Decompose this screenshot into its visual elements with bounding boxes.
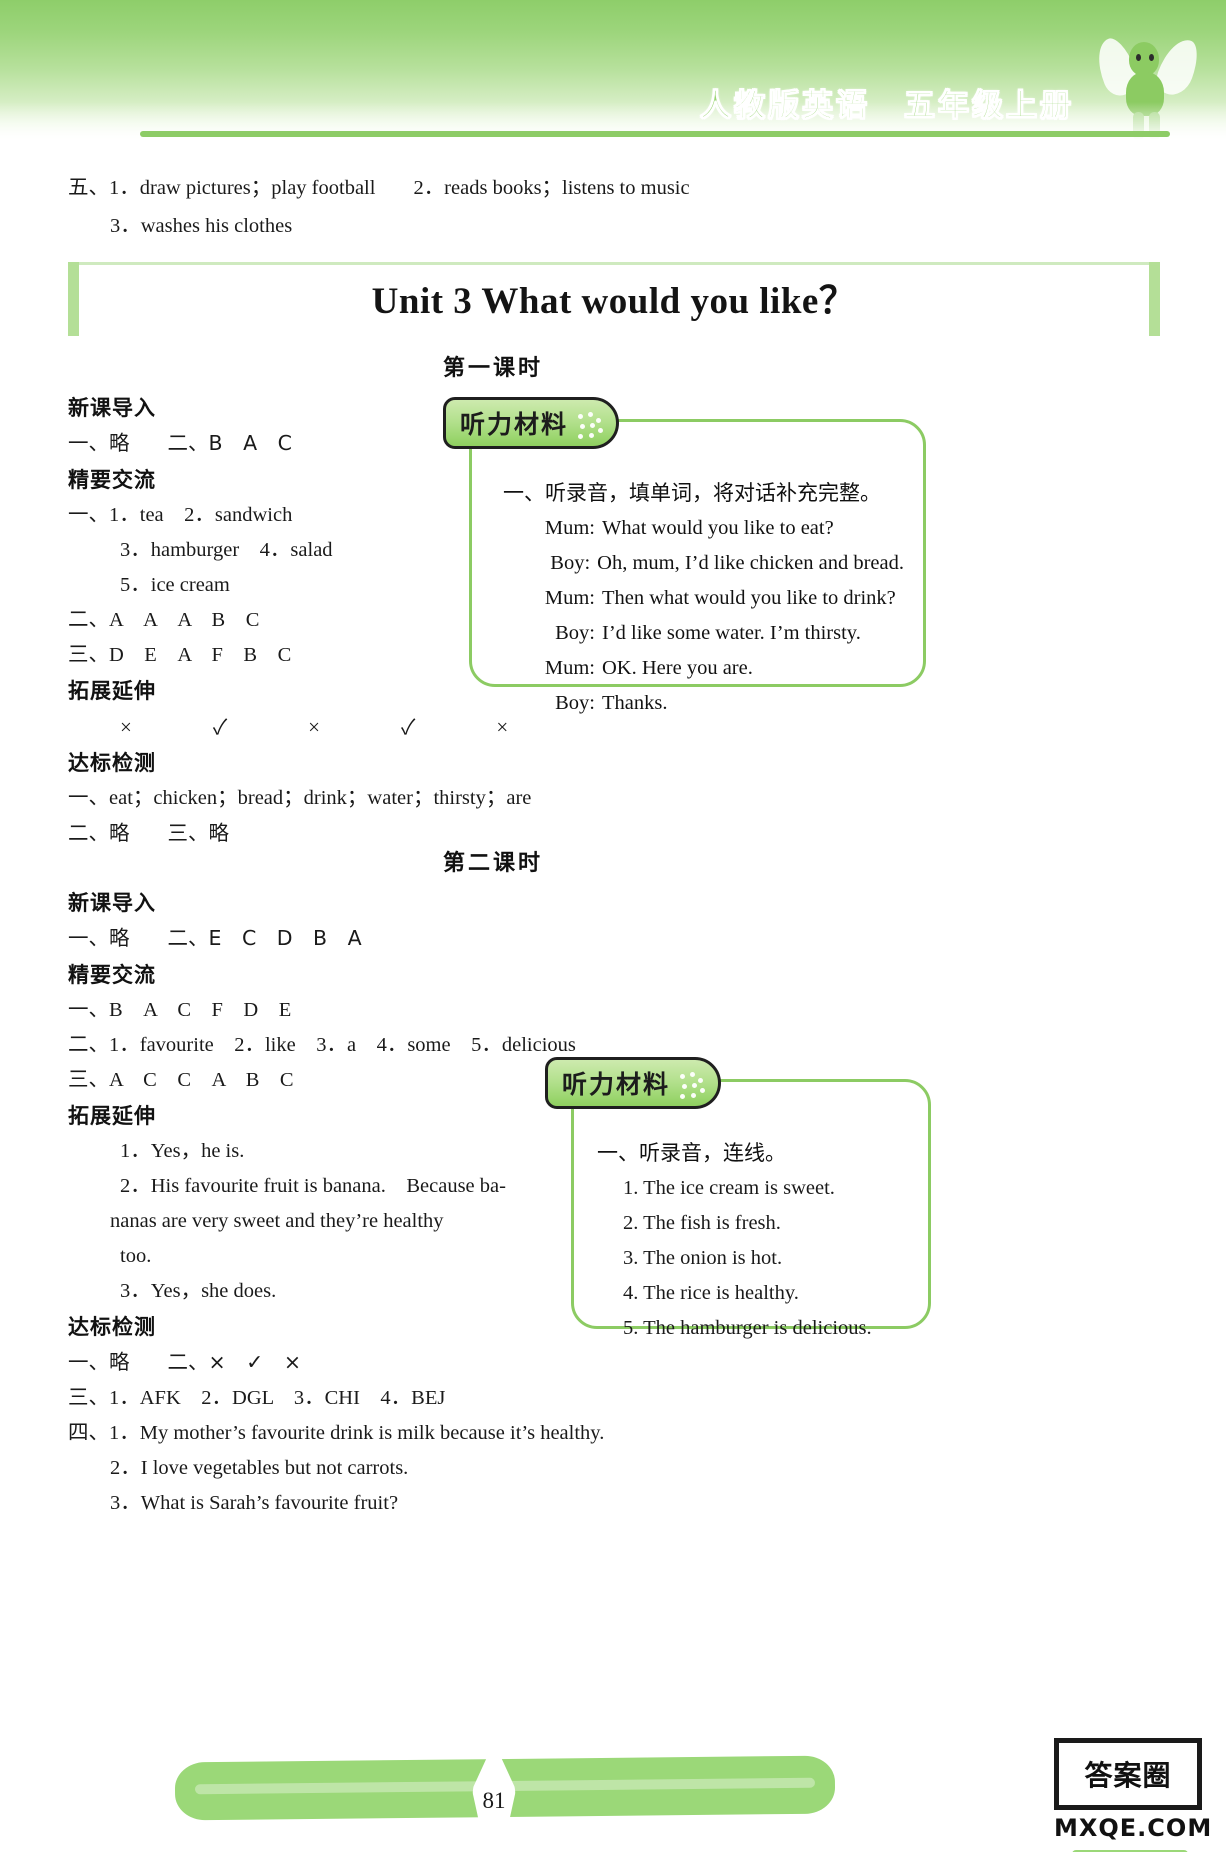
dialogue-line: Boy: Thanks. <box>503 686 904 721</box>
answer-row: 一、eat；chicken；bread；drink；water；thirsty；… <box>68 787 532 809</box>
dialogue-speaker: Mum: <box>544 657 595 679</box>
dialogue-text: Then what would you like to drink? <box>602 587 896 609</box>
listening-item: 5. The hamburger is delicious. <box>623 1317 872 1339</box>
listening-material-tab-1: 听力材料 <box>443 397 620 449</box>
watermark-main-text: 答案圈 <box>1084 1759 1172 1792</box>
listening-tab-label: 听力材料 <box>460 410 569 439</box>
section-heading-communication: 精要交流 <box>68 963 156 987</box>
answer-row: 一、略 二、E C D B A <box>68 921 668 957</box>
answer-row: 2．I love vegetables but not carrots. <box>110 1457 409 1479</box>
dialogue-text: Oh, mum, I’d like chicken and bread. <box>597 552 904 574</box>
dialogue-speaker: Mum: <box>544 517 595 539</box>
listening-material-box-1: 听力材料 一、听录音，填单词，将对话补充完整。 Mum: What would … <box>443 385 926 714</box>
answer-row: 一、B A C F D E <box>68 999 292 1021</box>
dialogue-line: Mum: OK. Here you are. <box>503 651 904 686</box>
dialogue-speaker: Mum: <box>544 587 595 609</box>
answer-part-2: 二、E C D B A <box>167 926 362 950</box>
listening-task-title: 一、听录音，填单词，将对话补充完整。 <box>503 481 881 505</box>
page-number: 81 <box>482 1788 506 1813</box>
listening-item: 4. The rice is healthy. <box>623 1282 799 1304</box>
answer-key-page: 人教版英语 五年级上册 五、1．draw pictures；play footba… <box>0 0 1226 1852</box>
dialogue-line: Boy: I’d like some water. I’m thirsty. <box>503 616 904 651</box>
listening-material-box-2: 听力材料 一、听录音，连线。 1. The ice cream is sweet… <box>545 1045 931 1339</box>
listening-tab-label: 听力材料 <box>562 1070 671 1099</box>
dialogue-speaker: Boy: <box>555 622 595 644</box>
listening-item: 3. The onion is hot. <box>623 1247 783 1269</box>
dialogue-line: Mum: What would you like to eat? <box>503 511 904 546</box>
answer-row: 三、1．AFK 2．DGL 3．CHI 4．BEJ <box>68 1387 446 1409</box>
page-number-badge: 81 <box>472 1742 516 1834</box>
answer-part-2: 三、略 <box>167 821 230 845</box>
lesson-2-heading: 第二课时 <box>443 851 544 876</box>
answer-label: 五、 <box>68 175 109 199</box>
section-heading-intro: 新课导入 <box>68 891 156 915</box>
answer-part-1: 一、略 <box>68 1350 130 1374</box>
book-title-grade: 五年级上册 <box>904 88 1074 125</box>
listening-item: 2. The fish is fresh. <box>623 1212 781 1234</box>
answer-row: 3．What is Sarah’s favourite fruit? <box>110 1492 399 1514</box>
watermark-site-text: MXQE.COM <box>1054 1814 1213 1842</box>
answer-part-1: 二、略 <box>68 821 130 845</box>
watermark: 答案圈 MXQE.COM <box>1054 1738 1213 1852</box>
page-header-banner <box>0 0 1226 148</box>
answer-row: 3．washes his clothes <box>110 215 293 237</box>
banner-top-rule <box>68 262 1160 265</box>
sparkle-dots-icon <box>576 412 604 440</box>
watermark-logo: 答案圈 <box>1054 1738 1202 1810</box>
listening-item: 1. The ice cream is sweet. <box>623 1177 835 1199</box>
dialogue-text: OK. Here you are. <box>602 657 753 679</box>
answer-item-2: 2．reads books；listens to music <box>413 177 690 199</box>
answer-part-1: 一、略 <box>68 431 130 455</box>
previous-unit-answers: 五、1．draw pictures；play football 2．reads b… <box>68 168 1158 245</box>
section-heading-assessment: 达标检测 <box>68 751 156 775</box>
book-title: 人教版英语 五年级上册 <box>700 80 1120 125</box>
unit-title-banner: Unit 3 What would you like？ <box>68 262 1160 338</box>
listening-box-content-2: 一、听录音，连线。 1. The ice cream is sweet. 2. … <box>571 1079 931 1364</box>
lesson-1-heading: 第一课时 <box>443 356 544 381</box>
book-title-series: 人教版英语 <box>700 88 870 125</box>
answer-item-1: 1．draw pictures；play football <box>109 177 376 199</box>
answer-part-2: 二、B A C <box>167 431 292 455</box>
dialogue-line: Boy: Oh, mum, I’d like chicken and bread… <box>503 546 904 581</box>
header-divider <box>140 131 1170 137</box>
listening-box-content-1: 一、听录音，填单词，将对话补充完整。 Mum: What would you l… <box>469 419 926 739</box>
listening-material-tab-2: 听力材料 <box>545 1057 722 1109</box>
answer-part-1: 一、略 <box>68 926 130 950</box>
answer-part-2: 二、× ✓ × <box>167 1350 302 1374</box>
dialogue-speaker: Boy: <box>555 692 595 714</box>
answer-row: 二、略 三、略 <box>68 816 628 852</box>
sparkle-dots-icon <box>678 1072 706 1100</box>
dialogue-text: Thanks. <box>602 692 668 714</box>
answer-row: 五、1．draw pictures；play football 2．reads b… <box>68 168 1158 207</box>
dialogue-text: What would you like to eat? <box>602 517 834 539</box>
answer-row: 四、1．My mother’s favourite drink is milk … <box>68 1422 605 1444</box>
unit-title: Unit 3 What would you like？ <box>371 281 857 322</box>
dialogue-speaker: Boy: <box>550 552 591 574</box>
listening-task-title: 一、听录音，连线。 <box>597 1141 786 1165</box>
dialogue-text: I’d like some water. I’m thirsty. <box>602 622 861 644</box>
dialogue-line: Mum: Then what would you like to drink? <box>503 581 904 616</box>
